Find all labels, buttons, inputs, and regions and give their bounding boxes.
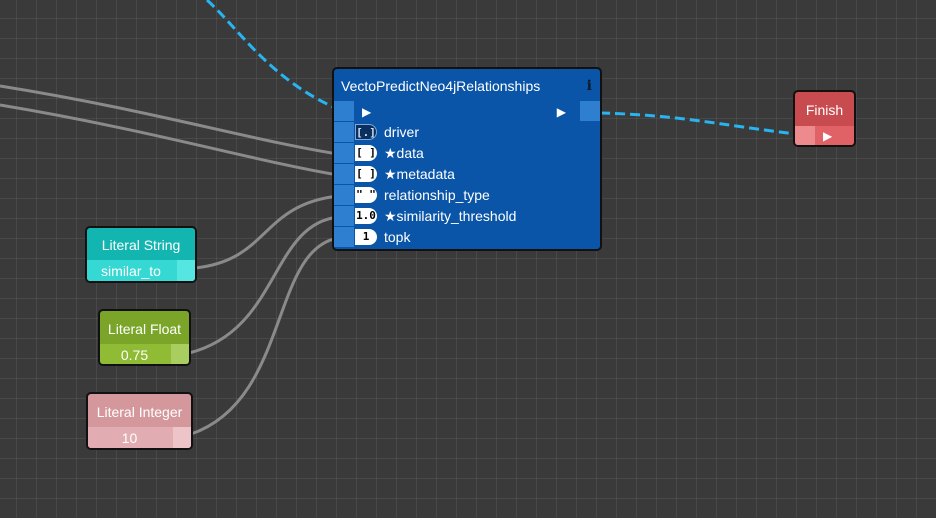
- data-wire-similarity-threshold: [188, 215, 339, 355]
- literal-string-value-row[interactable]: similar_to: [87, 260, 195, 281]
- string-type-icon: " ": [355, 187, 377, 203]
- input-port-topk[interactable]: [334, 227, 354, 248]
- input-port-similarity-threshold[interactable]: [334, 206, 354, 227]
- input-port-relationship-type[interactable]: [334, 185, 354, 206]
- finish-node[interactable]: Finish ▶: [793, 90, 856, 147]
- list-type-icon: [ ]: [355, 166, 377, 182]
- literal-float-value-row[interactable]: 0.75: [100, 344, 189, 364]
- exec-out-icon: ▶: [556, 105, 566, 119]
- vecto-predict-node[interactable]: VectoPredictNeo4jRelationships i ▶ ▶ [.]…: [332, 67, 602, 251]
- literal-integer-title: Literal Integer: [96, 404, 183, 420]
- input-row-topk: 1 topk: [334, 227, 600, 248]
- input-row-metadata: [ ] ★metadata: [334, 164, 600, 185]
- exec-in-icon: ▶: [362, 105, 372, 119]
- exec-wire-to-finish: [599, 111, 797, 136]
- literal-float-value[interactable]: 0.75: [121, 347, 148, 363]
- literal-string-node[interactable]: Literal String similar_to: [85, 226, 197, 283]
- literal-integer-node[interactable]: Literal Integer 10: [86, 392, 193, 450]
- exec-wire-incoming: [205, 0, 341, 112]
- input-label: ★data: [384, 145, 424, 161]
- literal-integer-output-port[interactable]: [173, 427, 191, 448]
- input-port-driver[interactable]: [334, 122, 354, 143]
- data-wire-topk: [190, 236, 339, 436]
- data-wire-data: [0, 84, 339, 156]
- literal-float-output-port[interactable]: [171, 344, 189, 364]
- finish-exec-row: ▶: [795, 126, 854, 145]
- input-row-driver: [.] driver: [334, 122, 600, 143]
- literal-string-title: Literal String: [101, 237, 181, 253]
- list-type-icon: [ ]: [355, 145, 377, 161]
- input-label: topk: [384, 229, 411, 245]
- exec-input-port[interactable]: [334, 101, 354, 122]
- literal-string-value[interactable]: similar_to: [101, 263, 161, 279]
- data-wire-relationship-type: [194, 194, 339, 270]
- input-label: ★similarity_threshold: [384, 208, 517, 224]
- literal-float-title: Literal Float: [107, 321, 182, 337]
- literal-integer-value[interactable]: 10: [122, 430, 138, 446]
- input-port-data[interactable]: [334, 143, 354, 164]
- input-row-data: [ ] ★data: [334, 143, 600, 164]
- input-label: driver: [384, 124, 420, 140]
- integer-type-icon: 1: [355, 229, 377, 245]
- node-title: VectoPredictNeo4jRelationships: [341, 78, 541, 94]
- exec-output-port[interactable]: [580, 101, 600, 121]
- info-icon[interactable]: i: [587, 69, 592, 103]
- data-wire-metadata: [0, 103, 339, 177]
- literal-string-output-port[interactable]: [177, 260, 195, 281]
- float-type-icon: 1.0: [355, 208, 377, 224]
- input-label: ★metadata: [384, 166, 455, 182]
- input-port-metadata[interactable]: [334, 164, 354, 185]
- input-row-relationship-type: " " relationship_type: [334, 185, 600, 206]
- finish-exec-port[interactable]: [795, 126, 815, 145]
- literal-float-node[interactable]: Literal Float 0.75: [98, 309, 191, 366]
- node-header[interactable]: VectoPredictNeo4jRelationships i: [334, 69, 600, 101]
- input-label: relationship_type: [384, 187, 490, 203]
- finish-title: Finish: [805, 102, 844, 118]
- input-row-similarity-threshold: 1.0 ★similarity_threshold: [334, 206, 600, 227]
- list-type-icon: [.]: [355, 124, 377, 140]
- exec-row: ▶ ▶: [334, 101, 600, 122]
- literal-integer-value-row[interactable]: 10: [88, 427, 191, 448]
- finish-exec-icon: ▶: [823, 129, 833, 143]
